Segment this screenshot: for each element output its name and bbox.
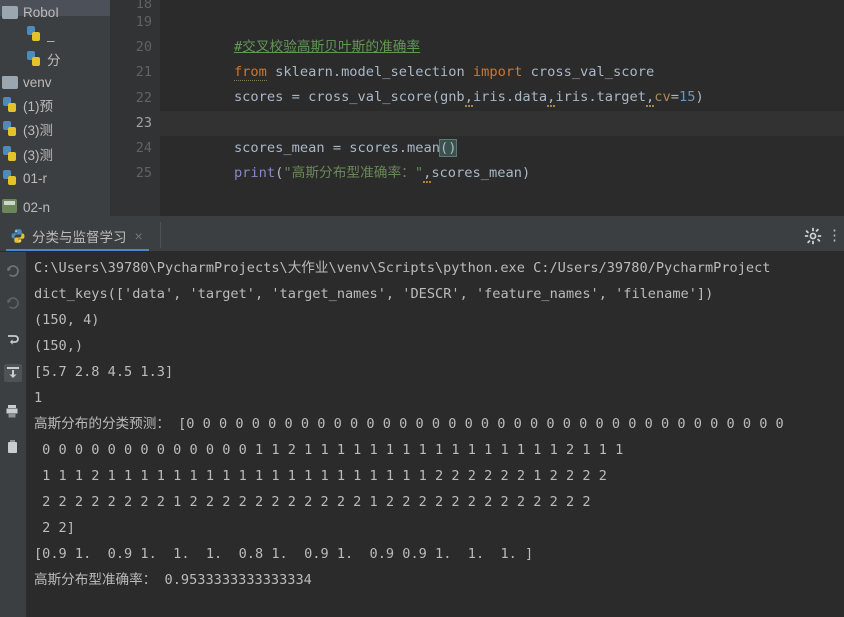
tree-item-label: 02-n (23, 199, 51, 215)
code-line-23[interactable]: scores_mean = scores.mean() (160, 111, 844, 157)
python-file-icon (26, 26, 44, 42)
code-line-20[interactable]: from sklearn.model_selection import cros… (168, 35, 654, 81)
arg-iris-target: iris.target (555, 89, 647, 105)
editor-gutter[interactable]: 18 19 20 21 22 23 24 25 (110, 0, 160, 220)
folder-icon (2, 4, 20, 20)
run-tab[interactable]: 分类与监督学习 × (6, 222, 149, 251)
kwarg-cv: cv (654, 89, 671, 105)
code-line-24[interactable]: print("高斯分布型准确率：",scores_mean) (168, 136, 530, 183)
line-number: 19 (135, 14, 152, 30)
close-paren: ) (521, 165, 531, 181)
console-line: [0.9 1. 0.9 1. 1. 1. 0.8 1. 0.9 1. 0.9 0… (34, 546, 534, 562)
soft-wrap-icon[interactable] (4, 364, 22, 382)
tree-item-label: (3)测 (23, 148, 53, 163)
tree-item-3ce-b[interactable]: (3)测 (0, 142, 53, 166)
tree-item-1yu[interactable]: (1)预 (0, 93, 53, 117)
close-icon[interactable]: × (135, 228, 143, 244)
comma-1: , (464, 89, 473, 107)
project-tree-panel[interactable]: RoboI _ 分 venv (1)预 (3)测 (3)测 01-r 02-n (0, 0, 110, 220)
tree-item-label: (3)测 (23, 123, 53, 138)
console-line: 1 1 1 2 1 1 1 1 1 1 1 1 1 1 1 1 1 1 1 1 … (34, 468, 607, 484)
console-line: [5.7 2.8 4.5 1.3] (34, 364, 174, 380)
rerun-icon[interactable] (4, 262, 22, 280)
clear-all-icon[interactable] (4, 438, 22, 456)
run-tab-label: 分类与监督学习 (32, 229, 127, 245)
python-file-icon (2, 170, 20, 186)
tree-item-01r[interactable]: 01-r (0, 166, 47, 190)
run-tool-window: 分类与监督学习 × ⋮ C:\Users\39780\PycharmProjec… (0, 220, 844, 617)
line-number: 18 (135, 0, 152, 12)
green-file-icon (2, 199, 20, 215)
console-line: 0 0 0 0 0 0 0 0 0 0 0 0 0 1 1 2 1 1 1 1 … (34, 442, 624, 458)
print-icon[interactable] (4, 402, 22, 420)
editor-area: RoboI _ 分 venv (1)预 (3)测 (3)测 01-r 02-n … (0, 0, 844, 220)
tree-item-fen[interactable]: 分 (0, 47, 61, 71)
tree-item-3ce-a[interactable]: (3)测 (0, 117, 53, 141)
line-number: 25 (135, 165, 152, 181)
console-line: 2 2] (34, 520, 75, 536)
more-options-icon[interactable]: ⋮ (827, 228, 842, 244)
equals-sign: = (670, 89, 679, 105)
line-number: 20 (135, 39, 152, 55)
code-line-19[interactable]: #交叉校验高斯贝叶斯的准确率 (168, 10, 420, 55)
line-number: 24 (135, 140, 152, 156)
function-print: print (233, 165, 276, 181)
restore-layout-icon[interactable] (4, 330, 22, 348)
folder-icon (2, 74, 20, 90)
code-line-21[interactable]: scores = cross_val_score(gnb,iris.data,i… (168, 60, 704, 107)
arg-iris-data: iris.data (472, 89, 548, 105)
code-line-22[interactable]: print(scores) (168, 86, 341, 131)
number-15: 15 (679, 89, 696, 105)
console-line: 2 2 2 2 2 2 2 2 1 2 2 2 2 2 2 2 2 2 2 2 … (34, 494, 591, 510)
run-tab-bar: 分类与监督学习 × ⋮ (0, 220, 844, 252)
arg-scores-mean: scores_mean (431, 165, 522, 181)
console-line: dict_keys(['data', 'target', 'target_nam… (34, 286, 714, 302)
gear-icon[interactable] (804, 227, 822, 245)
tree-item-roboi[interactable]: RoboI (0, 0, 59, 24)
run-toolbar (0, 252, 26, 617)
console-line: 1 (34, 390, 43, 406)
tree-item-label: _ (47, 26, 55, 42)
close-paren: ) (695, 89, 704, 105)
python-run-icon (10, 228, 26, 244)
console-line: 高斯分布的分类预测： [0 0 0 0 0 0 0 0 0 0 0 0 0 0 … (34, 416, 784, 432)
tree-item-label: 分 (47, 53, 61, 68)
stop-icon[interactable] (4, 294, 22, 312)
tree-item-label: (1)预 (23, 99, 53, 114)
string-literal: "高斯分布型准确率：" (283, 165, 424, 181)
line-number: 22 (135, 90, 152, 106)
code-canvas[interactable]: #交叉校验高斯贝叶斯的准确率 from sklearn.model_select… (160, 0, 844, 220)
python-file-icon (2, 121, 20, 137)
tree-item-label: RoboI (23, 4, 60, 20)
console-line: (150, 4) (34, 312, 100, 328)
console-line: (150,) (34, 338, 84, 354)
console-line: C:\Users\39780\PycharmProjects\大作业\venv\… (34, 260, 771, 276)
line-number: 21 (135, 64, 152, 80)
tree-item-label: 01-r (23, 170, 48, 186)
tabbar-separator (160, 222, 161, 248)
console-line: 高斯分布型准确率： 0.9533333333333334 (34, 572, 312, 588)
tree-item-venv[interactable]: venv (0, 70, 52, 94)
tree-item-label: venv (23, 74, 52, 90)
console-output[interactable]: C:\Users\39780\PycharmProjects\大作业\venv\… (26, 252, 844, 617)
line-number-current: 23 (135, 115, 152, 131)
tree-item-underscore[interactable]: _ (0, 22, 55, 46)
python-file-icon (2, 97, 20, 113)
pycharm-window: RoboI _ 分 venv (1)预 (3)测 (3)测 01-r 02-n … (0, 0, 844, 617)
python-file-icon (26, 51, 44, 67)
python-file-icon (2, 146, 20, 162)
